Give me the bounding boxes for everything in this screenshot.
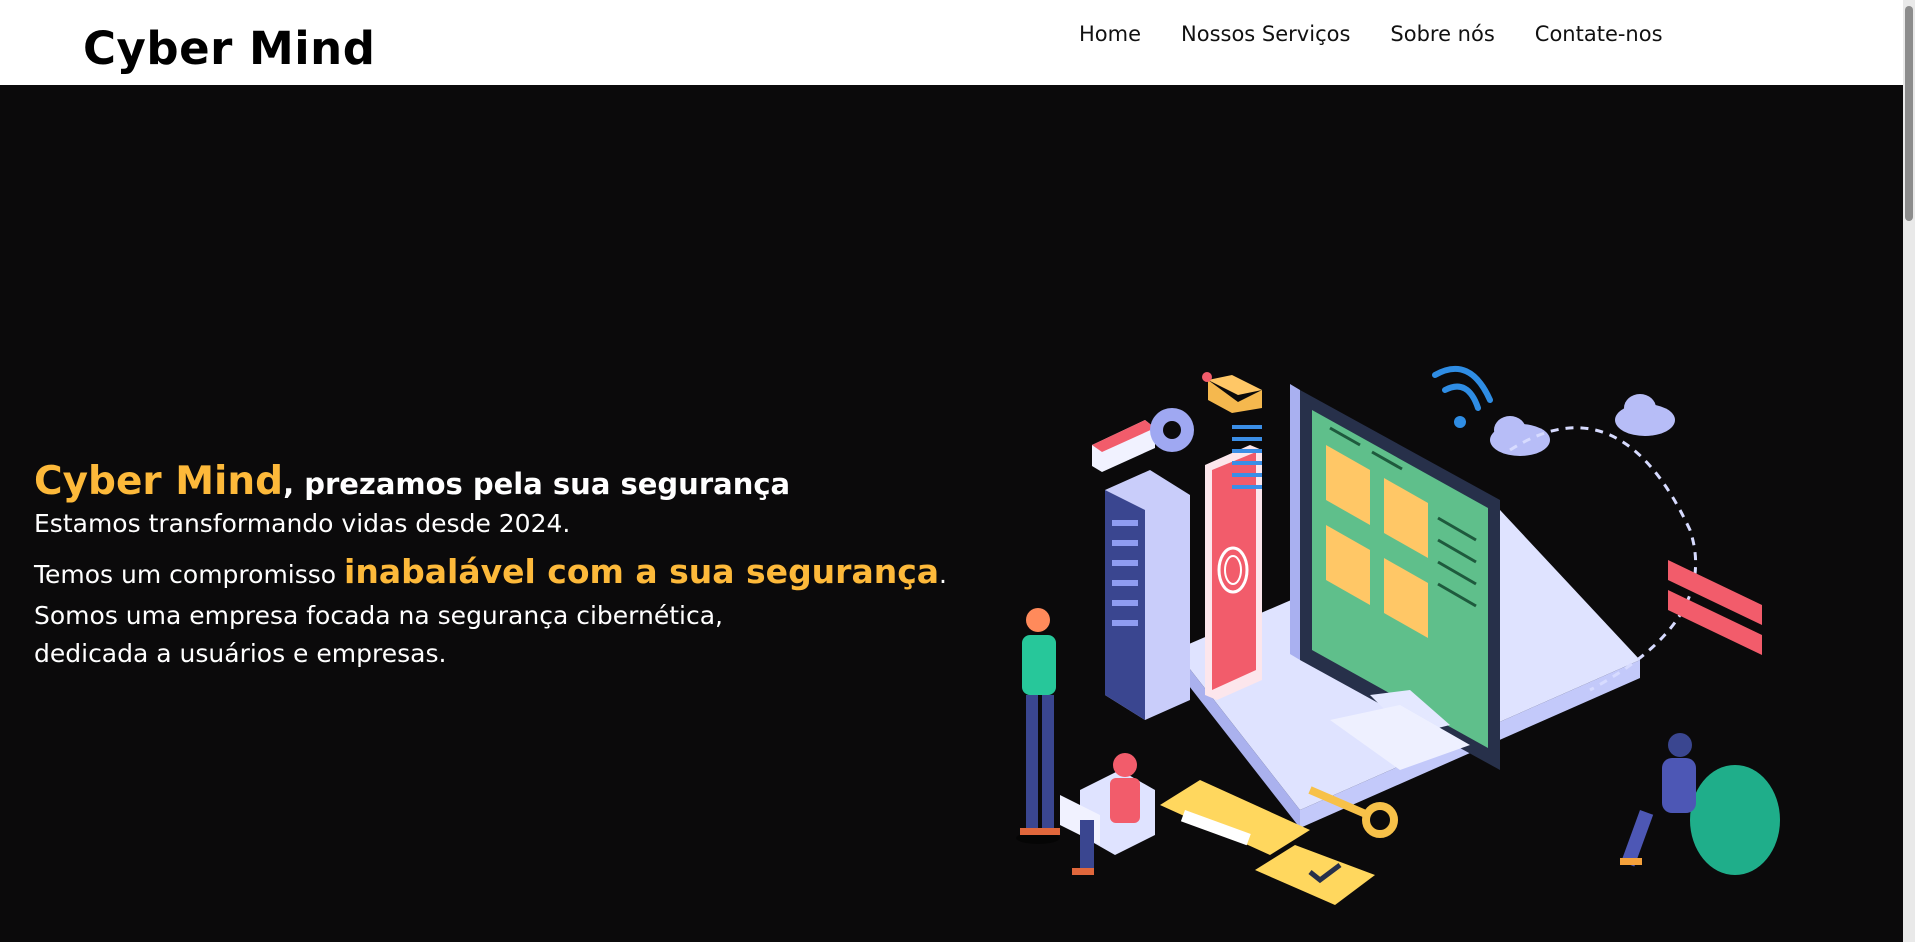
nav-link-services[interactable]: Nossos Serviços [1181, 22, 1350, 46]
hero-line-3: Somos uma empresa focada na segurança ci… [34, 600, 724, 630]
nav-links: Home Nossos Serviços Sobre nós Contate-n… [1079, 22, 1703, 46]
page-scrollbar[interactable] [1903, 0, 1915, 942]
hero-headline: Cyber Mind, prezamos pela sua segurança [34, 459, 947, 505]
line2-prefix: Temos um compromisso [34, 559, 345, 589]
line2-accent: inabalável com a sua segurança [344, 551, 940, 591]
hero-line-4: dedicada a usuários e empresas. [34, 639, 447, 669]
hero-section: Cyber Mind, prezamos pela sua segurança … [0, 85, 1903, 942]
headline-brand: Cyber Mind [34, 459, 284, 504]
hero-line-1: Estamos transformando vidas desde 2024. [34, 508, 571, 538]
cyber-security-illustration [1016, 365, 1780, 905]
headline-rest: , prezamos pela sua segurança [283, 467, 791, 501]
nav-link-about[interactable]: Sobre nós [1390, 22, 1494, 46]
nav-link-home[interactable]: Home [1079, 22, 1141, 46]
scrollbar-thumb[interactable] [1905, 6, 1913, 221]
nav-link-contact[interactable]: Contate-nos [1535, 22, 1663, 46]
navbar: Cyber Mind Home Nossos Serviços Sobre nó… [0, 0, 1903, 85]
hero-text: Cyber Mind, prezamos pela sua segurança … [34, 459, 947, 674]
hero-line-2: Temos um compromisso inabalável com a su… [34, 546, 947, 597]
line2-suffix: . [939, 559, 947, 589]
brand-logo[interactable]: Cyber Mind [83, 22, 375, 75]
